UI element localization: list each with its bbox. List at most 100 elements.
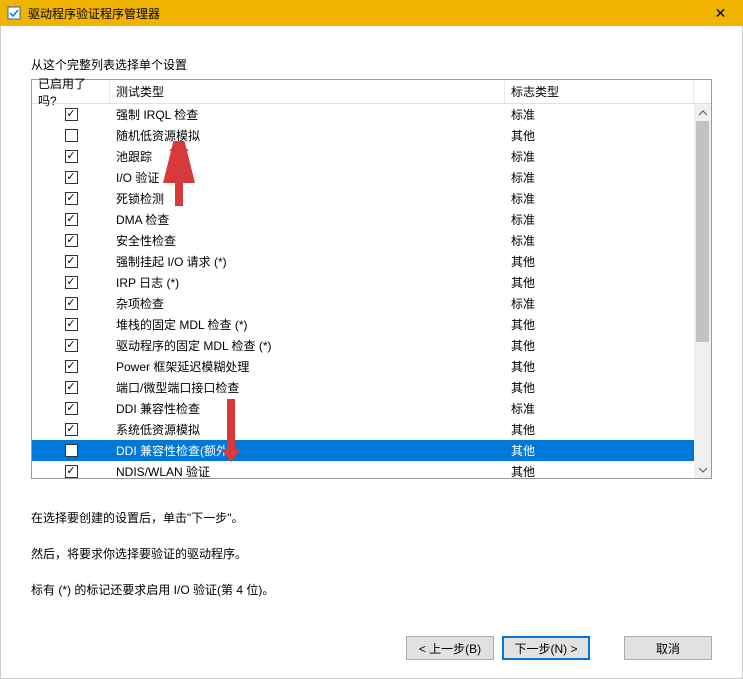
table-row[interactable]: Power 框架延迟模糊处理其他 bbox=[32, 356, 694, 377]
cell-enabled bbox=[32, 318, 110, 331]
cell-enabled bbox=[32, 213, 110, 226]
table-row[interactable]: 强制挂起 I/O 请求 (*)其他 bbox=[32, 251, 694, 272]
scroll-thumb[interactable] bbox=[696, 121, 709, 342]
table-row[interactable]: DMA 检查标准 bbox=[32, 209, 694, 230]
cell-flagtype: 标准 bbox=[505, 400, 694, 417]
row-checkbox[interactable] bbox=[65, 297, 78, 310]
scroll-down-button[interactable] bbox=[694, 461, 711, 478]
cell-testtype: 池跟踪 bbox=[110, 148, 505, 165]
listview-body: 强制 IRQL 检查标准随机低资源模拟其他池跟踪标准I/O 验证标准死锁检测标准… bbox=[32, 104, 711, 478]
row-checkbox[interactable] bbox=[65, 360, 78, 373]
cell-testtype: 系统低资源模拟 bbox=[110, 421, 505, 438]
cell-flagtype: 标准 bbox=[505, 148, 694, 165]
info-line-1: 在选择要创建的设置后，单击"下一步"。 bbox=[31, 509, 712, 527]
column-header-testtype[interactable]: 测试类型 bbox=[110, 80, 505, 103]
cell-enabled bbox=[32, 297, 110, 310]
row-checkbox[interactable] bbox=[65, 213, 78, 226]
row-checkbox[interactable] bbox=[65, 465, 78, 478]
cell-flagtype: 其他 bbox=[505, 127, 694, 144]
row-checkbox[interactable] bbox=[65, 381, 78, 394]
next-button[interactable]: 下一步(N) > bbox=[502, 636, 590, 660]
table-row[interactable]: I/O 验证标准 bbox=[32, 167, 694, 188]
cell-enabled bbox=[32, 444, 110, 457]
cell-testtype: I/O 验证 bbox=[110, 169, 505, 186]
row-checkbox[interactable] bbox=[65, 171, 78, 184]
cell-enabled bbox=[32, 192, 110, 205]
app-icon bbox=[6, 5, 22, 21]
cell-testtype: NDIS/WLAN 验证 bbox=[110, 463, 505, 478]
cell-flagtype: 其他 bbox=[505, 316, 694, 333]
row-checkbox[interactable] bbox=[65, 444, 78, 457]
table-row[interactable]: 池跟踪标准 bbox=[32, 146, 694, 167]
row-checkbox[interactable] bbox=[65, 192, 78, 205]
cell-enabled bbox=[32, 108, 110, 121]
table-row[interactable]: 随机低资源模拟其他 bbox=[32, 125, 694, 146]
cell-testtype: 安全性检查 bbox=[110, 232, 505, 249]
cell-testtype: 随机低资源模拟 bbox=[110, 127, 505, 144]
row-checkbox[interactable] bbox=[65, 108, 78, 121]
cell-testtype: 端口/微型端口接口检查 bbox=[110, 379, 505, 396]
cell-enabled bbox=[32, 423, 110, 436]
column-header-flagtype[interactable]: 标志类型 bbox=[505, 80, 694, 103]
row-checkbox[interactable] bbox=[65, 339, 78, 352]
cell-flagtype: 其他 bbox=[505, 274, 694, 291]
window-body: 从这个完整列表选择单个设置 已启用了吗? 测试类型 标志类型 强制 IRQL 检… bbox=[0, 26, 743, 679]
table-row[interactable]: DDI 兼容性检查(额外)其他 bbox=[32, 440, 694, 461]
row-checkbox[interactable] bbox=[65, 276, 78, 289]
scroll-track[interactable] bbox=[694, 121, 711, 461]
row-checkbox[interactable] bbox=[65, 423, 78, 436]
back-button[interactable]: < 上一步(B) bbox=[406, 636, 494, 660]
table-row[interactable]: NDIS/WLAN 验证其他 bbox=[32, 461, 694, 478]
cell-flagtype: 其他 bbox=[505, 358, 694, 375]
row-checkbox[interactable] bbox=[65, 150, 78, 163]
cell-enabled bbox=[32, 339, 110, 352]
cell-flagtype: 标准 bbox=[505, 190, 694, 207]
row-checkbox[interactable] bbox=[65, 234, 78, 247]
info-line-2: 然后，将要求你选择要验证的驱动程序。 bbox=[31, 545, 712, 563]
cell-testtype: 杂项检查 bbox=[110, 295, 505, 312]
table-row[interactable]: 系统低资源模拟其他 bbox=[32, 419, 694, 440]
row-checkbox[interactable] bbox=[65, 402, 78, 415]
table-row[interactable]: 杂项检查标准 bbox=[32, 293, 694, 314]
cell-flagtype: 其他 bbox=[505, 379, 694, 396]
table-row[interactable]: 安全性检查标准 bbox=[32, 230, 694, 251]
column-header-scroll-spacer bbox=[694, 80, 711, 103]
row-checkbox[interactable] bbox=[65, 129, 78, 142]
scroll-up-button[interactable] bbox=[694, 104, 711, 121]
cell-flagtype: 标准 bbox=[505, 106, 694, 123]
close-icon: ✕ bbox=[715, 5, 727, 22]
cell-enabled bbox=[32, 402, 110, 415]
cancel-button[interactable]: 取消 bbox=[624, 636, 712, 660]
chevron-down-icon bbox=[699, 467, 707, 473]
cell-flagtype: 标准 bbox=[505, 232, 694, 249]
cell-testtype: 强制 IRQL 检查 bbox=[110, 106, 505, 123]
column-header-enabled[interactable]: 已启用了吗? bbox=[32, 80, 110, 103]
close-button[interactable]: ✕ bbox=[698, 0, 743, 26]
chevron-up-icon bbox=[699, 110, 707, 116]
cell-testtype: 堆栈的固定 MDL 检查 (*) bbox=[110, 316, 505, 333]
settings-listview[interactable]: 已启用了吗? 测试类型 标志类型 强制 IRQL 检查标准随机低资源模拟其他池跟… bbox=[31, 79, 712, 479]
cell-testtype: IRP 日志 (*) bbox=[110, 274, 505, 291]
vertical-scrollbar[interactable] bbox=[694, 104, 711, 478]
titlebar: 驱动程序验证程序管理器 ✕ bbox=[0, 0, 743, 26]
cell-enabled bbox=[32, 129, 110, 142]
table-row[interactable]: DDI 兼容性检查标准 bbox=[32, 398, 694, 419]
table-row[interactable]: 堆栈的固定 MDL 检查 (*)其他 bbox=[32, 314, 694, 335]
table-row[interactable]: 驱动程序的固定 MDL 检查 (*)其他 bbox=[32, 335, 694, 356]
row-checkbox[interactable] bbox=[65, 318, 78, 331]
cell-testtype: DDI 兼容性检查(额外) bbox=[110, 442, 505, 459]
cell-enabled bbox=[32, 150, 110, 163]
cell-flagtype: 标准 bbox=[505, 295, 694, 312]
cell-testtype: Power 框架延迟模糊处理 bbox=[110, 358, 505, 375]
info-text: 在选择要创建的设置后，单击"下一步"。 然后，将要求你选择要验证的驱动程序。 标… bbox=[31, 509, 712, 617]
table-row[interactable]: 端口/微型端口接口检查其他 bbox=[32, 377, 694, 398]
cell-enabled bbox=[32, 465, 110, 478]
cell-testtype: DDI 兼容性检查 bbox=[110, 400, 505, 417]
row-checkbox[interactable] bbox=[65, 255, 78, 268]
cell-enabled bbox=[32, 381, 110, 394]
cell-testtype: 死锁检测 bbox=[110, 190, 505, 207]
cell-flagtype: 标准 bbox=[505, 169, 694, 186]
table-row[interactable]: 死锁检测标准 bbox=[32, 188, 694, 209]
table-row[interactable]: 强制 IRQL 检查标准 bbox=[32, 104, 694, 125]
table-row[interactable]: IRP 日志 (*)其他 bbox=[32, 272, 694, 293]
